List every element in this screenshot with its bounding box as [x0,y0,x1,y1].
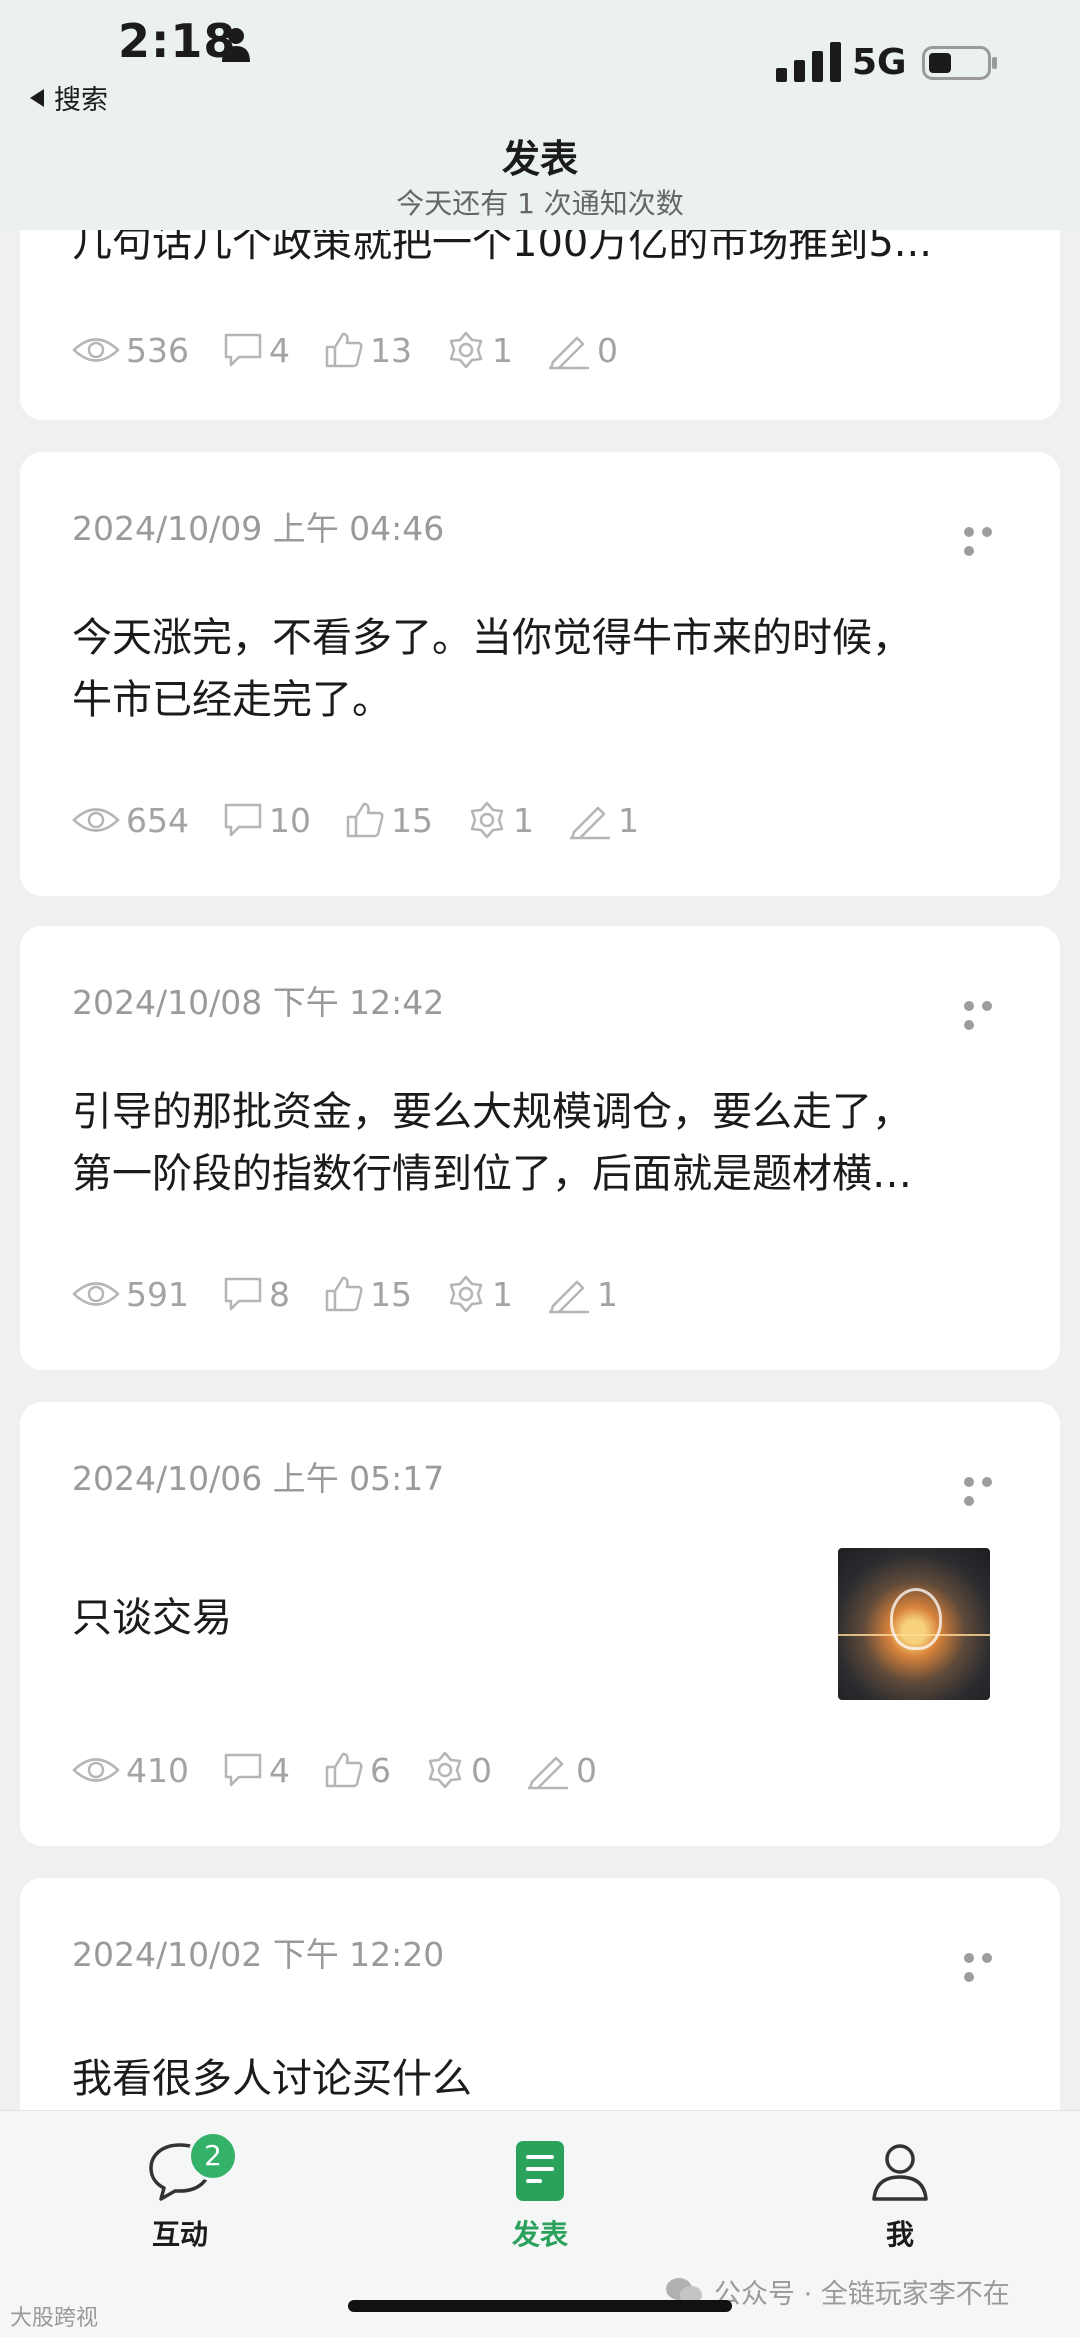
more-options-icon[interactable] [964,1948,1014,1982]
person-icon [222,28,250,62]
cellular-signal-icon [776,42,841,82]
comments-stat[interactable]: 8 [223,1275,290,1314]
tab-me[interactable]: 我 [820,2139,980,2253]
page-title: 发表 [501,137,578,181]
more-options-icon[interactable] [964,996,1014,1030]
post-date: 2024/10/08 下午 12:42 [72,983,445,1022]
back-arrow-icon [30,88,44,107]
document-icon [516,2141,564,2201]
post-stats: 591 8 15 1 1 [72,1274,652,1314]
shares-stat[interactable]: 1 [446,1274,513,1314]
light-bulb-icon [890,1588,942,1650]
comments-stat[interactable]: 10 [223,801,311,840]
tab-label: 我 [885,2218,914,2251]
status-time: 2:18 [118,14,237,68]
post-stats: 536 4 13 1 0 [72,330,652,370]
comment-icon [224,803,262,837]
tab-post[interactable]: 发表 [460,2139,620,2253]
post-text-line: 引导的那批资金，要么大规模调仓，要么走了， [72,1089,912,1135]
more-options-icon[interactable] [964,522,1014,556]
tab-label: 发表 [511,2218,568,2251]
thumbs-up-icon [325,332,363,368]
post-text-line: 我看很多人讨论买什么 [72,2056,472,2102]
edits-stat[interactable]: 0 [526,1750,597,1790]
pen-icon [570,806,610,840]
post-text: 引导的那批资金，要么大规模调仓，要么走了， 第一阶段的指数行情到位了，后面就是题… [72,1081,1022,1205]
post-text-line: 今天涨完，不看多了。当你觉得牛市来的时候， [72,615,912,661]
watermark-text: 公众号 · 全链玩家李不在 [714,2279,1010,2310]
comment-icon [224,333,262,367]
views-stat: 536 [72,331,189,370]
likes-stat[interactable]: 6 [324,1751,391,1790]
shares-stat[interactable]: 1 [467,800,534,840]
pen-icon [528,1756,568,1790]
share-star-icon [470,801,504,839]
watermark-left: 大股跨视 [10,2306,99,2331]
views-stat: 410 [72,1751,189,1790]
likes-stat[interactable]: 13 [324,331,412,370]
comments-stat[interactable]: 4 [223,1751,290,1790]
more-options-icon[interactable] [964,1472,1014,1506]
eye-icon [72,1282,120,1306]
share-star-icon [449,1275,483,1313]
back-to-search-button[interactable]: 搜索 [30,78,108,117]
comment-icon [224,1277,262,1311]
thumbs-up-icon [325,1752,363,1788]
network-type: 5G [852,42,907,83]
post-card[interactable]: 2024/10/08 下午 12:42 引导的那批资金，要么大规模调仓，要么走了… [20,926,1060,1370]
top-bar: 2:18 搜索 5G 发表 今天还有 1 次通知次数 [0,0,1080,230]
post-date: 2024/10/09 上午 04:46 [72,509,445,548]
thumbs-up-icon [346,802,384,838]
likes-stat[interactable]: 15 [324,1275,412,1314]
thumbs-up-icon [325,1276,363,1312]
tab-interact[interactable]: 2 互动 [100,2131,260,2253]
post-text-line: 牛市已经走完了。 [72,677,392,723]
edits-stat[interactable]: 1 [547,1274,618,1314]
back-label: 搜索 [54,85,108,116]
pen-icon [549,1280,589,1314]
shares-stat[interactable]: 0 [425,1750,492,1790]
share-star-icon [428,1751,462,1789]
post-date: 2024/10/02 下午 12:20 [72,1935,445,1974]
edits-stat[interactable]: 1 [568,800,639,840]
shares-stat[interactable]: 1 [446,330,513,370]
post-text-line: 第一阶段的指数行情到位了，后面就是题材横… [72,1151,912,1197]
pen-icon [549,336,589,370]
post-stats: 654 10 15 1 1 [72,800,673,840]
views-stat: 591 [72,1275,189,1314]
unread-badge: 2 [188,2131,238,2181]
post-stats: 410 4 6 0 0 [72,1750,631,1790]
user-profile-icon [872,2144,928,2201]
notification-quota: 今天还有 1 次通知次数 [396,187,684,220]
post-thumbnail-image[interactable] [838,1548,990,1700]
eye-icon [72,1758,120,1782]
home-indicator[interactable] [348,2300,732,2312]
views-stat: 654 [72,801,189,840]
eye-icon [72,338,120,362]
comments-stat[interactable]: 4 [223,331,290,370]
post-text: 我看很多人讨论买什么 [72,2048,1022,2110]
eye-icon [72,808,120,832]
comment-icon [224,1753,262,1787]
likes-stat[interactable]: 15 [345,801,433,840]
battery-icon [922,46,997,80]
edits-stat[interactable]: 0 [547,330,618,370]
post-card[interactable]: 2024/10/09 上午 04:46 今天涨完，不看多了。当你觉得牛市来的时候… [20,452,1060,896]
post-date: 2024/10/06 上午 05:17 [72,1459,445,1498]
share-star-icon [449,331,483,369]
post-text: 今天涨完，不看多了。当你觉得牛市来的时候， 牛市已经走完了。 [72,607,1022,731]
tab-label: 互动 [151,2218,208,2251]
